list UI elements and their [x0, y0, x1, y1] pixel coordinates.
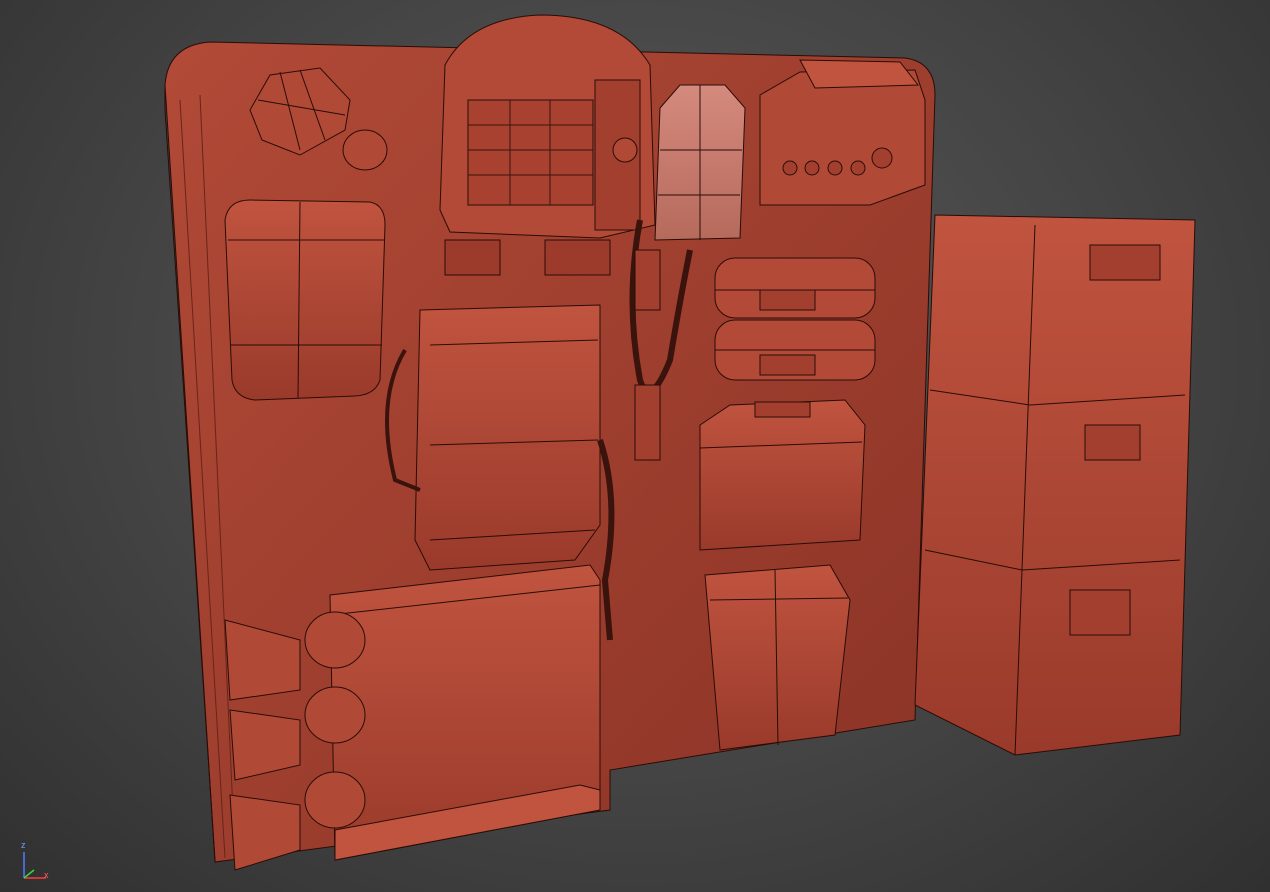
- 3d-viewport[interactable]: z x: [0, 0, 1270, 892]
- axis-x-label: x: [44, 870, 49, 880]
- waste-bin: [704, 564, 851, 751]
- wireframe-scene[interactable]: [0, 0, 1270, 892]
- axis-gizmo: z x: [10, 840, 60, 884]
- axis-gizmo-icon: [23, 852, 46, 879]
- axis-z-label: z: [21, 840, 26, 850]
- lower-box: [329, 564, 601, 861]
- carry-case: [699, 399, 866, 551]
- medical-bag: [224, 199, 386, 401]
- drawer-cabinet: [914, 214, 1196, 756]
- suction-unit: [759, 59, 926, 206]
